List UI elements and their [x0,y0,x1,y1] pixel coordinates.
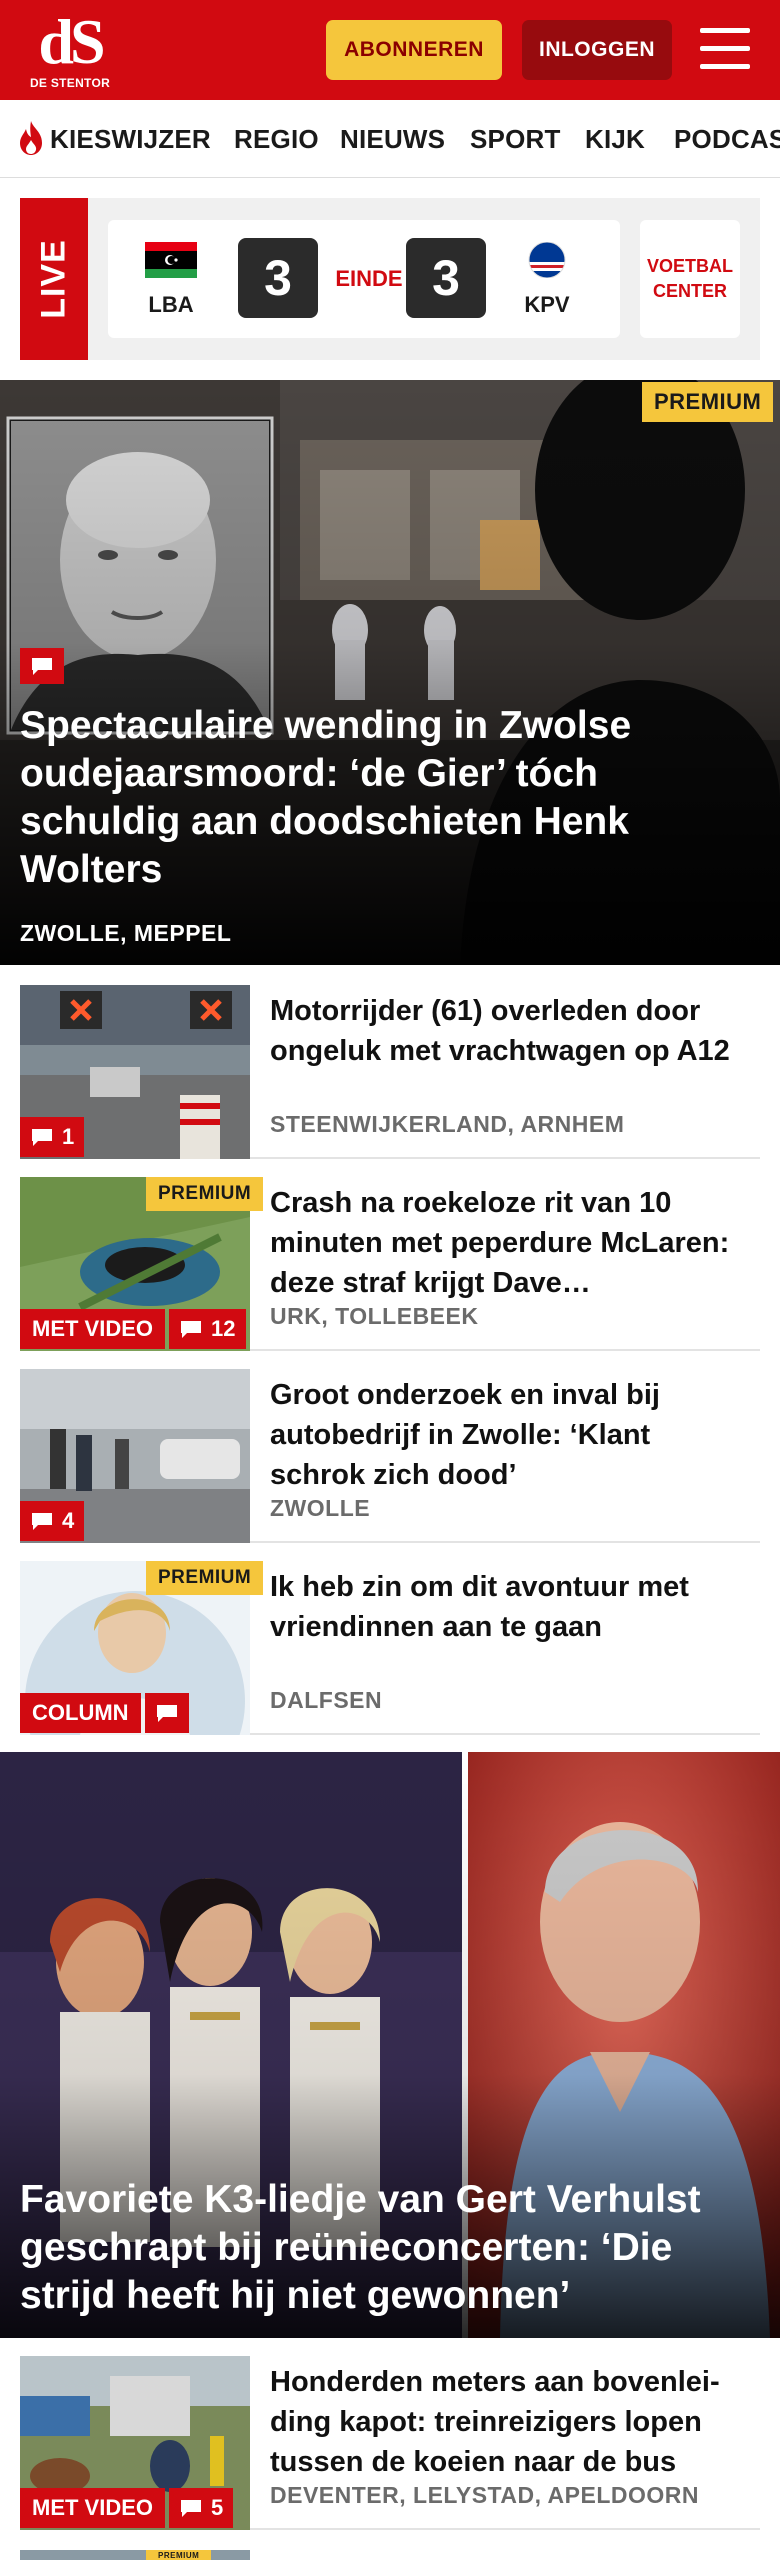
nav-item-kieswijzer[interactable]: KIESWIJZER [50,124,211,155]
list-item[interactable]: PREMIUM MET VIDEO 12 Crash na roekeloze … [20,1177,760,1351]
premium-badge: PREMIUM [642,382,774,422]
article-title[interactable]: Motorrijder (61) overleden door ongeluk … [270,991,750,1071]
article-location: DALFSEN [270,1687,383,1713]
libya-flag-icon [145,242,197,278]
premium-badge: PREMIUM [146,2550,212,2560]
comment-count-value: 1 [62,1124,75,1149]
article-title[interactable]: Ik heb zin om dit avontuur met vriendinn… [270,1567,750,1647]
comment-icon [156,1705,177,1722]
match-status: EINDE [335,266,403,291]
comment-icon [32,658,52,675]
next-article-thumbnail: PREMIUM [20,2550,250,2560]
comment-count: 1 [20,1117,85,1157]
voetbal-center-line2: CENTER [652,281,727,301]
comment-count-value: 12 [211,1316,236,1341]
flame-icon [20,121,42,155]
comment-count-value: 4 [62,1508,75,1533]
logo-mark: dS [38,6,105,77]
nav-item-sport[interactable]: SPORT [470,124,561,155]
hero2-title[interactable]: Favoriete K3-liedje van Gert Verhulst ge… [20,2176,760,2320]
login-button[interactable]: INLOGGEN [522,20,672,80]
article-badges: MET VIDEO 12 [20,1309,246,1349]
hero-article[interactable]: PREMIUM Spectaculaire wending in Zwolse … [0,380,780,965]
home-team: LBA [136,242,206,318]
nav-item-nieuws[interactable]: NIEUWS [340,124,445,155]
voetbal-center-line1: VOETBAL [646,256,733,276]
comment-icon [32,1513,52,1530]
away-team: KPV [512,241,582,318]
article-badges: COLUMN [20,1693,189,1733]
premium-badge: PREMIUM [146,1177,264,1211]
home-score: 3 [238,238,318,318]
live-score-widget: LIVE LBA 3 EINDE 3 KPV VOETBAL CENTER [20,198,760,360]
site-header: dS DE STENTOR ABONNEREN INLOGGEN [0,0,780,100]
live-label: LIVE [34,239,73,319]
nav-item-regio[interactable]: REGIO [234,124,319,155]
comment-count [144,1693,189,1733]
nav-item-podcast[interactable]: PODCAST [674,124,780,155]
comment-count: 12 [169,1309,246,1349]
video-badge: MET VIDEO [20,1309,166,1349]
article-location: STEENWIJKERLAND, ARNHEM [270,1111,625,1137]
comment-icon [181,2500,202,2517]
home-team-name: LBA [148,292,194,317]
site-logo[interactable]: dS DE STENTOR [28,10,112,94]
match-card[interactable]: LBA 3 EINDE 3 KPV [108,220,620,338]
list-item[interactable]: 1 Motorrijder (61) overleden door ongelu… [20,985,760,1159]
hero-title[interactable]: Spectaculaire wending in Zwolse oudejaar… [20,702,750,894]
premium-badge: PREMIUM [146,1561,264,1595]
voetbal-center-link[interactable]: VOETBAL CENTER [640,220,740,338]
subscribe-button[interactable]: ABONNEREN [326,20,502,80]
article-location: URK, TOLLEBEEK [270,1303,479,1329]
video-badge: MET VIDEO [20,2488,166,2528]
comment-icon [181,1321,202,1338]
comment-count-value: 5 [211,2495,224,2520]
nav-item-kijk[interactable]: KIJK [585,124,645,155]
article-location: DEVENTER, LELYSTAD, APELDOORN [270,2482,699,2508]
hamburger-icon[interactable] [700,28,750,70]
article-title[interactable]: Groot onderzoek en inval bij autobedrijf… [270,1375,750,1495]
comment-badge [20,648,64,684]
article-badges: 1 [20,1117,85,1157]
hero-article-2[interactable]: Favoriete K3-liedje van Gert Verhulst ge… [0,1752,780,2338]
away-score: 3 [406,238,486,318]
article-location: ZWOLLE [270,1495,371,1521]
list-item[interactable]: 4 Groot onderzoek en inval bij autobedri… [20,1369,760,1543]
live-tab[interactable]: LIVE [20,198,88,360]
article-badges: 4 [20,1501,85,1541]
away-team-name: KPV [524,292,570,317]
list-item[interactable]: MET VIDEO 5 Honderden meters aan bovenle… [20,2356,760,2530]
logo-subtitle: DE STENTOR [29,76,111,90]
column-badge: COLUMN [20,1693,141,1733]
cape-verde-flag-icon [528,241,566,279]
hero-location: ZWOLLE, MEPPEL [20,920,232,946]
article-title[interactable]: Crash na roekeloze rit van 10 minuten me… [270,1183,750,1303]
list-item[interactable]: PREMIUM COLUMN Ik heb zin om dit avontuu… [20,1561,760,1735]
comment-count: 4 [20,1501,85,1541]
article-title[interactable]: Honderden meters aan bovenlei-ding kapot… [270,2362,750,2482]
comment-count: 5 [169,2488,234,2528]
main-nav: KIESWIJZER REGIO NIEUWS SPORT KIJK PODCA… [0,100,780,178]
comment-icon [32,1129,52,1146]
article-badges: MET VIDEO 5 [20,2488,234,2528]
